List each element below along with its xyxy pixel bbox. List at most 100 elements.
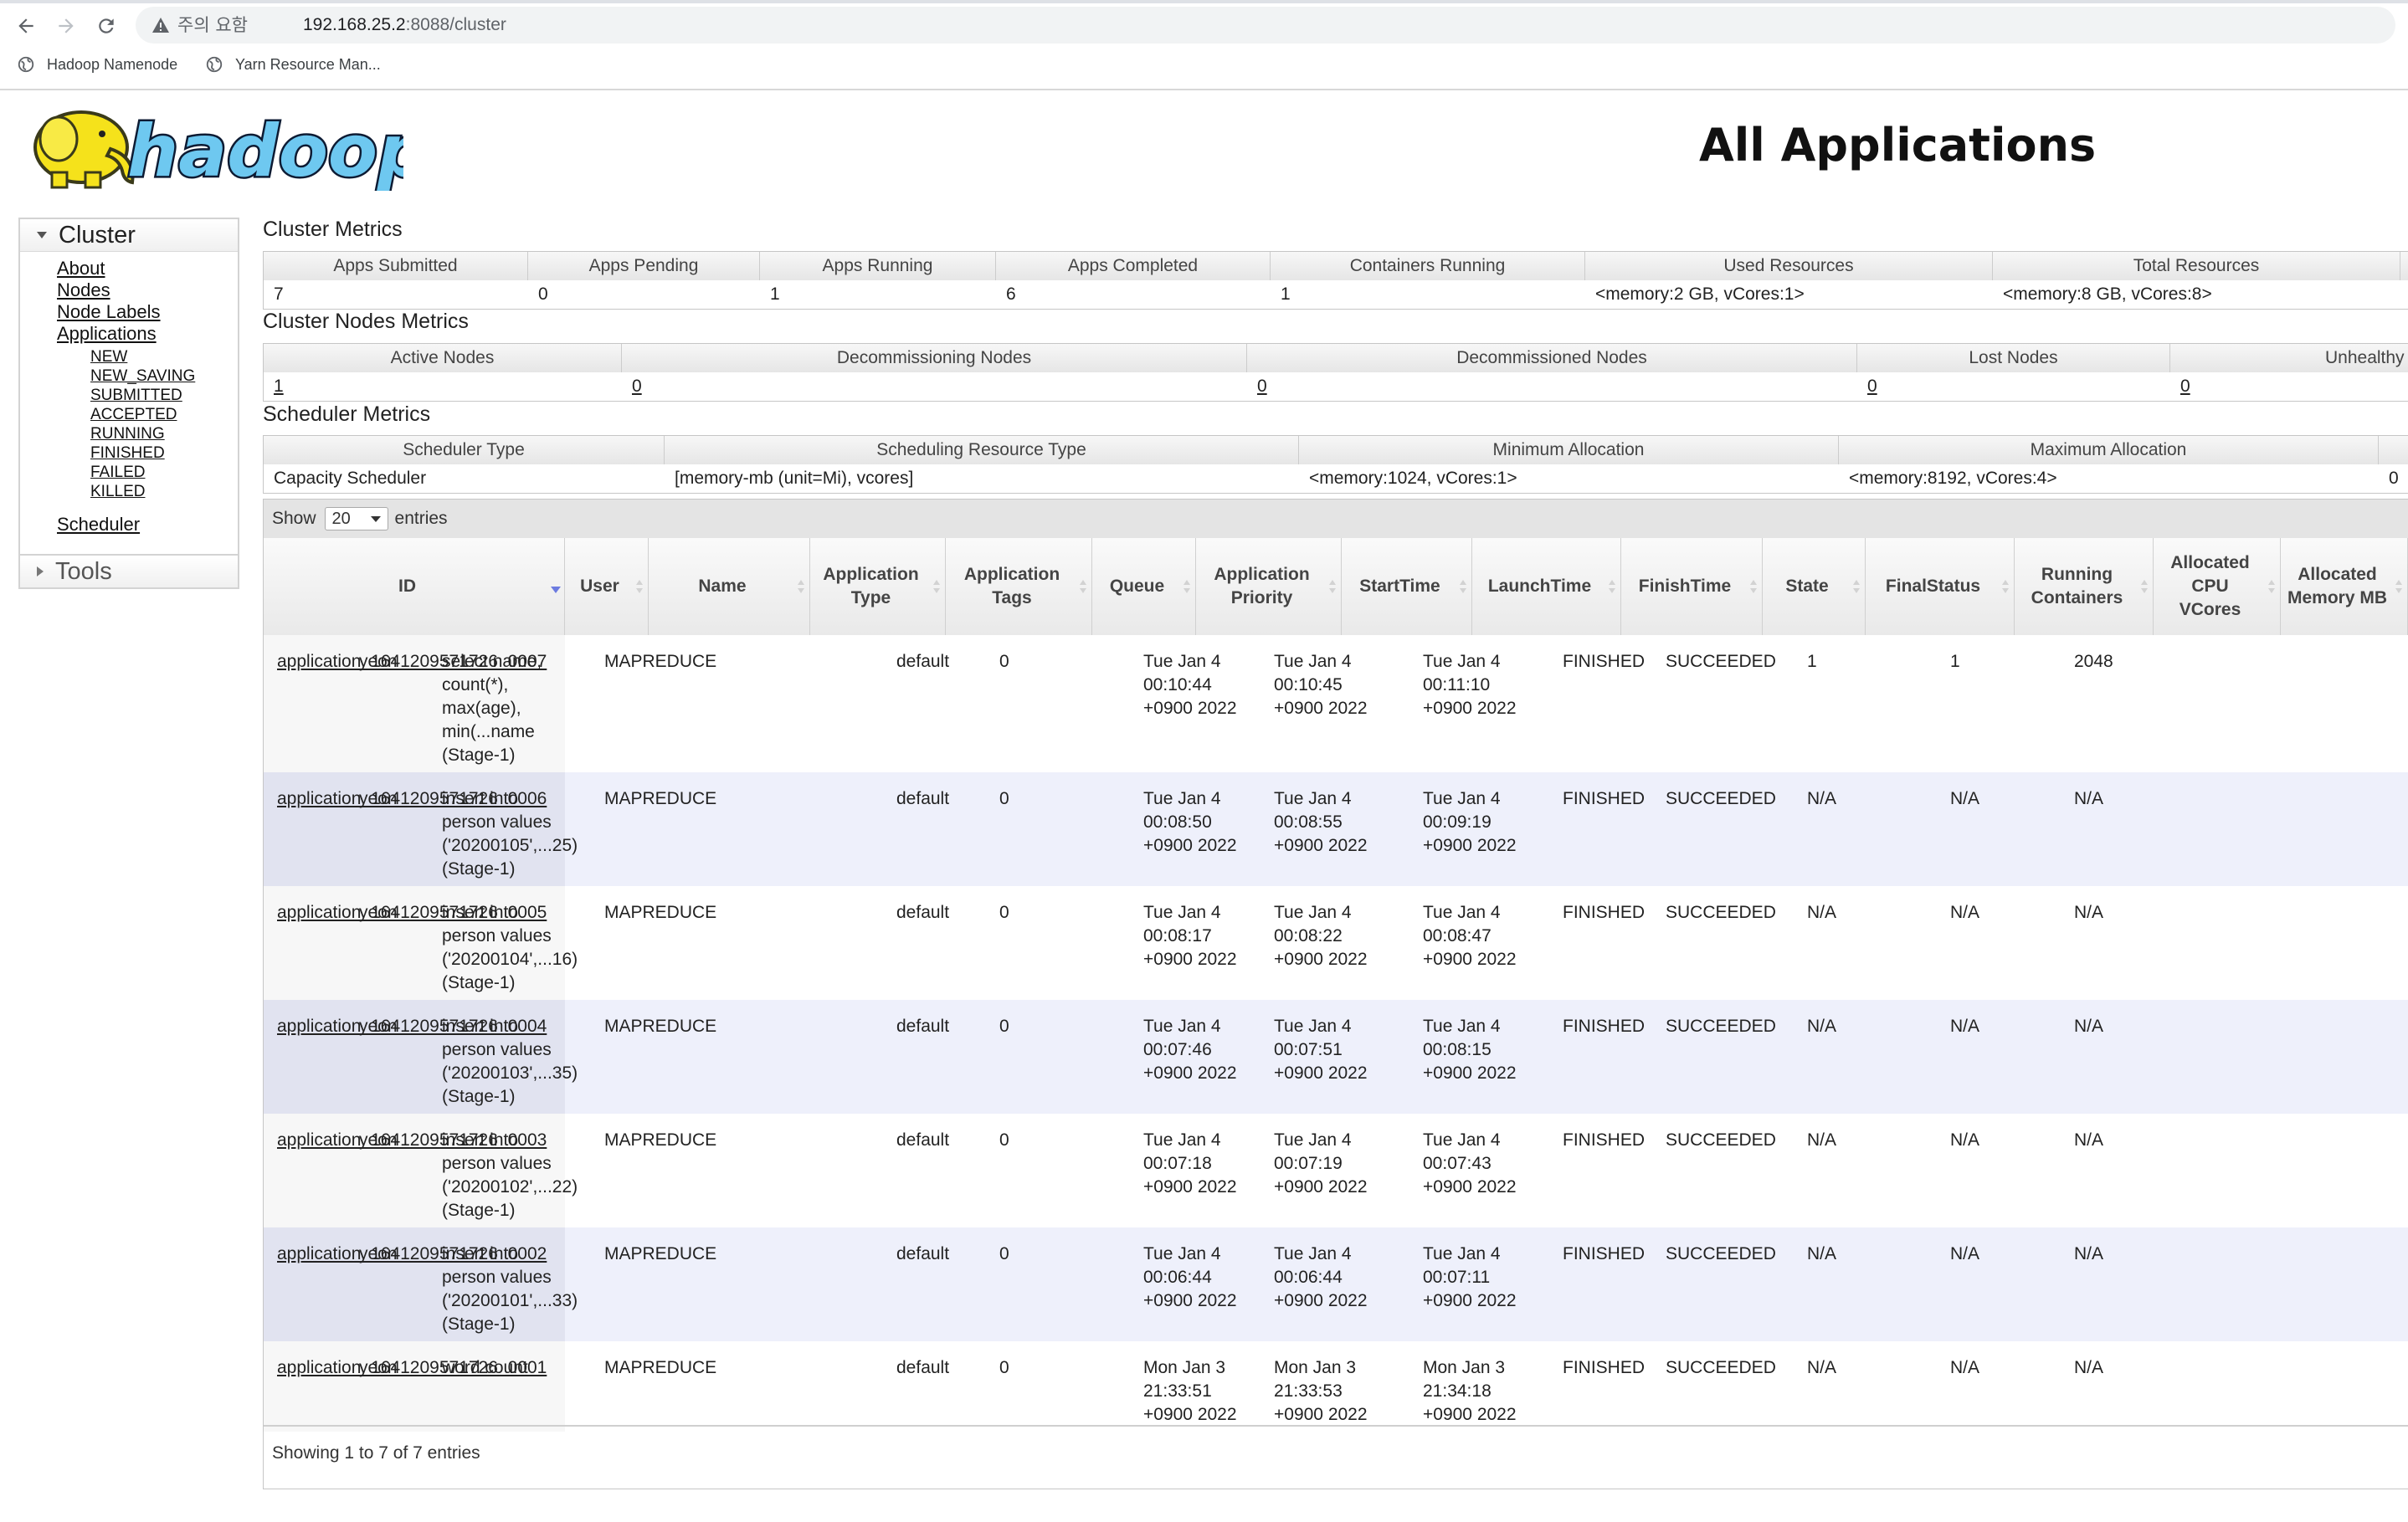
cell-state: FINISHED	[1563, 1130, 1646, 1150]
column-header-state[interactable]: State	[1763, 538, 1866, 635]
forward-button[interactable]	[47, 7, 85, 45]
cell-finishtime: Tue Jan 4 00:07:11 +0900 2022	[1423, 1244, 1517, 1310]
bookmark-label: Hadoop Namenode	[47, 55, 178, 73]
sort-desc-icon	[551, 580, 561, 593]
nav-link-node-labels[interactable]: Node Labels	[57, 301, 161, 323]
cell-allocated-memory-mb: N/A	[2074, 1130, 2104, 1150]
nodes-metrics-title: Cluster Nodes Metrics	[263, 310, 469, 333]
sort-icon	[636, 580, 643, 593]
column-header-allocated-cpu-vcores[interactable]: Allocated CPU VCores	[2154, 538, 2281, 635]
link-decommissioning-nodes[interactable]: 0	[622, 372, 642, 401]
value-scheduling-resource-type: [memory-mb (unit=Mi), vcores]	[675, 469, 914, 488]
url-path: :8088/cluster	[405, 15, 506, 34]
cell-finalstatus: SUCCEEDED	[1666, 789, 1776, 808]
table-row: application_1641209571726_0001 yeon word c…	[264, 1341, 2408, 1432]
link-decommissioned-nodes[interactable]: 0	[1247, 372, 1267, 401]
link-lost-nodes[interactable]: 0	[1857, 372, 1877, 401]
cell-application-priority: 0	[999, 1130, 1009, 1150]
bookmark-hadoop-namenode[interactable]: Hadoop Namenode	[17, 52, 177, 77]
entries-per-page-select[interactable]: 20	[324, 507, 388, 530]
column-header-launchtime[interactable]: LaunchTime	[1472, 538, 1621, 635]
bookmark-yarn-resource-manager[interactable]: Yarn Resource Man...	[205, 52, 381, 77]
cell-finishtime: Tue Jan 4 00:07:43 +0900 2022	[1423, 1130, 1517, 1197]
cell-running-containers: N/A	[1807, 1244, 1837, 1263]
cell-finalstatus: SUCCEEDED	[1666, 1244, 1776, 1263]
column-header-finishtime[interactable]: FinishTime	[1621, 538, 1763, 635]
tools-nav-header[interactable]: Tools	[20, 556, 238, 587]
table-bottom-border	[264, 1425, 2408, 1427]
table-header-row: ID User Name Application Type Applicatio…	[264, 538, 2408, 637]
sort-icon	[798, 580, 804, 593]
column-header-running-containers[interactable]: Running Containers	[2015, 538, 2154, 635]
column-title-application-tags: Application Tags	[963, 565, 1060, 607]
column-title-id: ID	[398, 577, 416, 596]
column-title-launchtime: LaunchTime	[1487, 577, 1592, 596]
nav-state-failed[interactable]: FAILED	[90, 464, 145, 482]
nav-state-new-saving[interactable]: NEW_SAVING	[90, 367, 195, 386]
cell-launchtime: Tue Jan 4 00:08:55 +0900 2022	[1274, 789, 1368, 855]
nav-link-scheduler[interactable]: Scheduler	[57, 514, 140, 536]
cell-application-priority: 0	[999, 1017, 1009, 1036]
scheduler-metrics-title: Scheduler Metrics	[263, 402, 431, 426]
column-header-application-priority[interactable]: Application Priority	[1196, 538, 1342, 635]
cluster-nav-header[interactable]: Cluster	[20, 219, 238, 252]
security-warning-text: 주의 요함	[177, 15, 248, 35]
header-apps-completed: Apps Completed	[996, 252, 1271, 280]
link-active-nodes[interactable]: 1	[264, 372, 284, 401]
header-scheduling-resource-type: Scheduling Resource Type	[665, 436, 1299, 464]
nav-link-about[interactable]: About	[57, 258, 105, 279]
column-header-user[interactable]: User	[565, 538, 649, 635]
warning-icon	[152, 18, 169, 33]
cell-starttime: Tue Jan 4 00:07:18 +0900 2022	[1143, 1130, 1237, 1197]
column-header-finalstatus[interactable]: FinalStatus	[1866, 538, 2015, 635]
expand-triangle-icon	[37, 232, 47, 238]
nav-state-running[interactable]: RUNNING	[90, 425, 165, 443]
cell-starttime: Tue Jan 4 00:10:44 +0900 2022	[1143, 652, 1237, 718]
cell-allocated-memory-mb: N/A	[2074, 789, 2104, 808]
header-scheduler-type: Scheduler Type	[264, 436, 665, 464]
cell-finishtime: Tue Jan 4 00:11:10 +0900 2022	[1423, 652, 1517, 718]
cell-queue: default	[896, 903, 950, 922]
link-unhealthy-nodes[interactable]: 0	[2170, 372, 2190, 401]
cell-running-containers: N/A	[1807, 789, 1837, 808]
cell-application-type: MAPREDUCE	[604, 1130, 717, 1150]
sort-icon	[2268, 580, 2275, 593]
entries-label: entries	[394, 509, 448, 528]
table-info: Showing 1 to 7 of 7 entries	[272, 1443, 480, 1463]
column-header-application-type[interactable]: Application Type	[810, 538, 946, 635]
nav-link-applications[interactable]: Applications	[57, 323, 157, 345]
header-minimum-allocation: Minimum Allocation	[1299, 436, 1839, 464]
column-title-name: Name	[698, 577, 747, 596]
nav-state-killed[interactable]: KILLED	[90, 483, 145, 501]
applications-table: Show 20 entries ID User Name Application…	[263, 499, 2408, 1489]
cluster-nav-panel: Cluster About Nodes Node Labels Applicat…	[18, 218, 239, 556]
column-header-queue[interactable]: Queue	[1092, 538, 1196, 635]
address-bar[interactable]: 주의 요함 192.168.25.2:8088/cluster	[136, 7, 2395, 44]
entries-select-value: 20	[331, 509, 351, 528]
column-header-allocated-memory-mb[interactable]: Allocated Memory MB	[2281, 538, 2408, 635]
cell-finishtime: Tue Jan 4 00:09:19 +0900 2022	[1423, 789, 1517, 855]
column-header-name[interactable]: Name	[649, 538, 810, 635]
header-unhealthy-nodes: Unhealthy	[2325, 348, 2405, 367]
sort-icon	[1750, 580, 1757, 593]
column-title-application-priority: Application Priority	[1214, 565, 1310, 607]
cell-user: yeon	[359, 1358, 398, 1377]
nav-state-finished[interactable]: FINISHED	[90, 444, 165, 463]
reload-button[interactable]	[87, 7, 126, 45]
header-apps-submitted: Apps Submitted	[264, 252, 528, 280]
cell-running-containers: 1	[1807, 652, 1817, 671]
cell-state: FINISHED	[1563, 1017, 1646, 1036]
cell-finalstatus: SUCCEEDED	[1666, 903, 1776, 922]
column-header-id[interactable]: ID	[264, 538, 565, 635]
column-header-application-tags[interactable]: Application Tags	[946, 538, 1092, 635]
collapsed-triangle-icon	[37, 566, 44, 577]
cell-queue: default	[896, 652, 950, 671]
back-button[interactable]	[7, 7, 45, 45]
cell-state: FINISHED	[1563, 1244, 1646, 1263]
cell-finalstatus: SUCCEEDED	[1666, 1130, 1776, 1150]
column-header-starttime[interactable]: StartTime	[1342, 538, 1472, 635]
nav-state-submitted[interactable]: SUBMITTED	[90, 387, 182, 405]
nav-link-nodes[interactable]: Nodes	[57, 279, 110, 301]
nav-state-new[interactable]: NEW	[90, 348, 127, 366]
nav-state-accepted[interactable]: ACCEPTED	[90, 406, 177, 424]
